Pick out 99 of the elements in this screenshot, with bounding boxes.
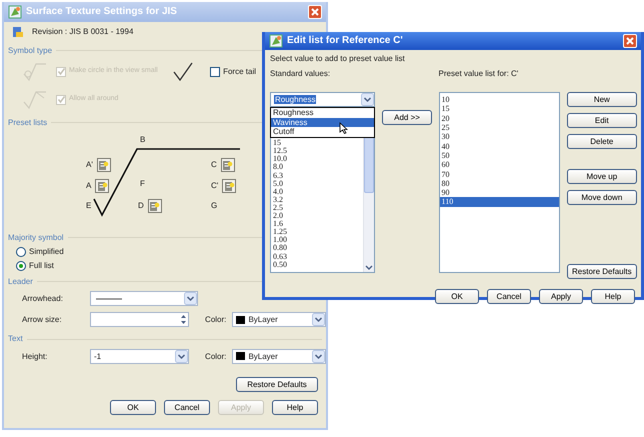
close-button[interactable] bbox=[623, 34, 637, 48]
color-dropdown[interactable]: ByLayer bbox=[232, 348, 326, 364]
field-label: Arrowhead: bbox=[22, 294, 64, 304]
color-dropdown[interactable]: ByLayer bbox=[232, 312, 326, 328]
list-item[interactable]: 80 bbox=[440, 178, 559, 188]
list-item[interactable]: 4.0 bbox=[271, 188, 364, 196]
reference-label: E bbox=[86, 201, 92, 211]
selected-value: Roughness bbox=[274, 94, 316, 104]
height-dropdown[interactable]: -1 bbox=[90, 348, 190, 364]
restore-defaults-button[interactable]: Restore Defaults bbox=[566, 264, 637, 279]
list-item[interactable]: 8.0 bbox=[271, 163, 364, 172]
list-item[interactable]: 10.0 bbox=[271, 155, 364, 164]
side-button[interactable]: Edit bbox=[566, 112, 637, 128]
standard-values-dropdown[interactable]: Roughness bbox=[270, 92, 376, 108]
reference-label: A' bbox=[86, 160, 93, 170]
window-title: Surface Texture Settings for JIS bbox=[26, 6, 177, 18]
radio-button[interactable] bbox=[16, 260, 26, 271]
group-label: Text bbox=[8, 334, 322, 344]
option-label: Simplified bbox=[29, 246, 64, 257]
color-swatch bbox=[236, 316, 246, 324]
dropdown-option[interactable]: Waviness bbox=[271, 118, 374, 128]
field-label: Height: bbox=[22, 352, 48, 362]
field-label: Preset value list for: C' bbox=[438, 68, 520, 78]
restore-defaults-button[interactable]: Restore Defaults bbox=[236, 376, 318, 392]
list-item[interactable]: 12.5 bbox=[271, 147, 364, 156]
dialog-button[interactable]: OK bbox=[435, 288, 479, 304]
list-item[interactable]: 10 bbox=[440, 95, 559, 104]
list-item[interactable]: 1.25 bbox=[271, 228, 364, 236]
surface-symbol-icon bbox=[22, 90, 48, 110]
list-item[interactable]: 0.80 bbox=[271, 244, 364, 252]
field-label: Standard values: bbox=[270, 68, 332, 78]
list-item[interactable]: 15 bbox=[440, 104, 559, 114]
radio-button[interactable] bbox=[16, 246, 26, 257]
list-item[interactable]: 15 bbox=[271, 139, 364, 148]
reference-label: F bbox=[140, 179, 145, 189]
list-item[interactable]: 3.2 bbox=[271, 196, 364, 204]
surface-symbol-icon bbox=[22, 62, 48, 82]
instruction-text: Select value to add to preset value list bbox=[270, 54, 406, 64]
list-item[interactable]: 20 bbox=[440, 114, 559, 124]
edit-list-button[interactable] bbox=[220, 158, 235, 172]
list-item[interactable]: 1.00 bbox=[271, 236, 364, 244]
list-item[interactable]: 5.0 bbox=[271, 180, 364, 188]
checkbox[interactable] bbox=[210, 66, 220, 77]
line-sample-icon bbox=[94, 296, 124, 301]
reference-label: C bbox=[211, 160, 217, 170]
edit-list-button[interactable] bbox=[222, 179, 236, 194]
reference-label: C' bbox=[211, 181, 218, 191]
field-label: Color: bbox=[205, 315, 228, 325]
list-item[interactable]: 2.0 bbox=[271, 212, 364, 220]
list-item[interactable]: 6.3 bbox=[271, 172, 364, 180]
revision-icon bbox=[12, 26, 24, 38]
list-item[interactable]: 30 bbox=[440, 132, 559, 142]
dropdown-option[interactable]: Roughness bbox=[271, 108, 374, 118]
add-button[interactable]: Add >> bbox=[382, 110, 432, 125]
list-item[interactable]: 25 bbox=[440, 123, 559, 132]
list-item[interactable]: 110 bbox=[440, 197, 559, 207]
reference-label: G bbox=[211, 201, 218, 211]
revision-label: Revision : JIS B 0031 - 1994 bbox=[32, 27, 134, 37]
reference-label: D bbox=[138, 201, 144, 211]
side-button[interactable]: Move down bbox=[566, 190, 637, 205]
list-item[interactable]: 60 bbox=[440, 160, 559, 170]
spinner-arrows-icon[interactable] bbox=[179, 313, 188, 326]
color-swatch bbox=[236, 352, 246, 360]
dialog-button[interactable]: Cancel bbox=[164, 400, 210, 415]
dialog-button[interactable]: Apply bbox=[539, 288, 583, 304]
dialog-button[interactable]: OK bbox=[110, 400, 156, 415]
list-item[interactable]: 40 bbox=[440, 142, 559, 151]
side-button[interactable]: Move up bbox=[566, 168, 637, 184]
side-button[interactable]: Delete bbox=[566, 134, 637, 149]
list-item[interactable]: 70 bbox=[440, 170, 559, 179]
dialog-button[interactable]: Cancel bbox=[487, 288, 531, 304]
scroll-down-icon[interactable] bbox=[364, 264, 374, 272]
list-item[interactable]: 90 bbox=[440, 188, 559, 198]
dialog-button[interactable]: Help bbox=[591, 288, 635, 304]
list-item[interactable]: 2.5 bbox=[271, 204, 364, 212]
edit-list-button[interactable] bbox=[95, 179, 110, 194]
field-label: Color: bbox=[205, 352, 228, 362]
arrowhead-dropdown[interactable] bbox=[90, 291, 198, 306]
list-item[interactable]: 0.63 bbox=[271, 252, 364, 261]
side-button[interactable]: New bbox=[566, 92, 637, 107]
close-button[interactable] bbox=[308, 5, 322, 19]
mouse-pointer-icon bbox=[339, 122, 349, 134]
app-icon bbox=[269, 34, 283, 48]
edit-list-button[interactable] bbox=[148, 199, 162, 214]
dropdown-option[interactable]: Cutoff bbox=[271, 127, 374, 137]
reference-label: A bbox=[86, 181, 92, 191]
field-label: Arrow size: bbox=[22, 315, 63, 325]
check-mark-icon bbox=[172, 62, 194, 82]
edit-list-button[interactable] bbox=[96, 158, 111, 172]
arrow-size-field[interactable] bbox=[90, 312, 190, 328]
option-label: Force tail bbox=[223, 66, 256, 76]
window-title: Edit list for Reference C' bbox=[287, 35, 403, 47]
list-item[interactable]: 1.6 bbox=[271, 220, 364, 228]
list-item[interactable]: 50 bbox=[440, 150, 559, 160]
app-icon bbox=[8, 5, 22, 19]
list-item[interactable]: 0.50 bbox=[271, 260, 364, 269]
dialog-button[interactable]: Help bbox=[272, 400, 318, 415]
reference-label: B bbox=[140, 135, 146, 145]
option-label: Full list bbox=[29, 260, 54, 271]
